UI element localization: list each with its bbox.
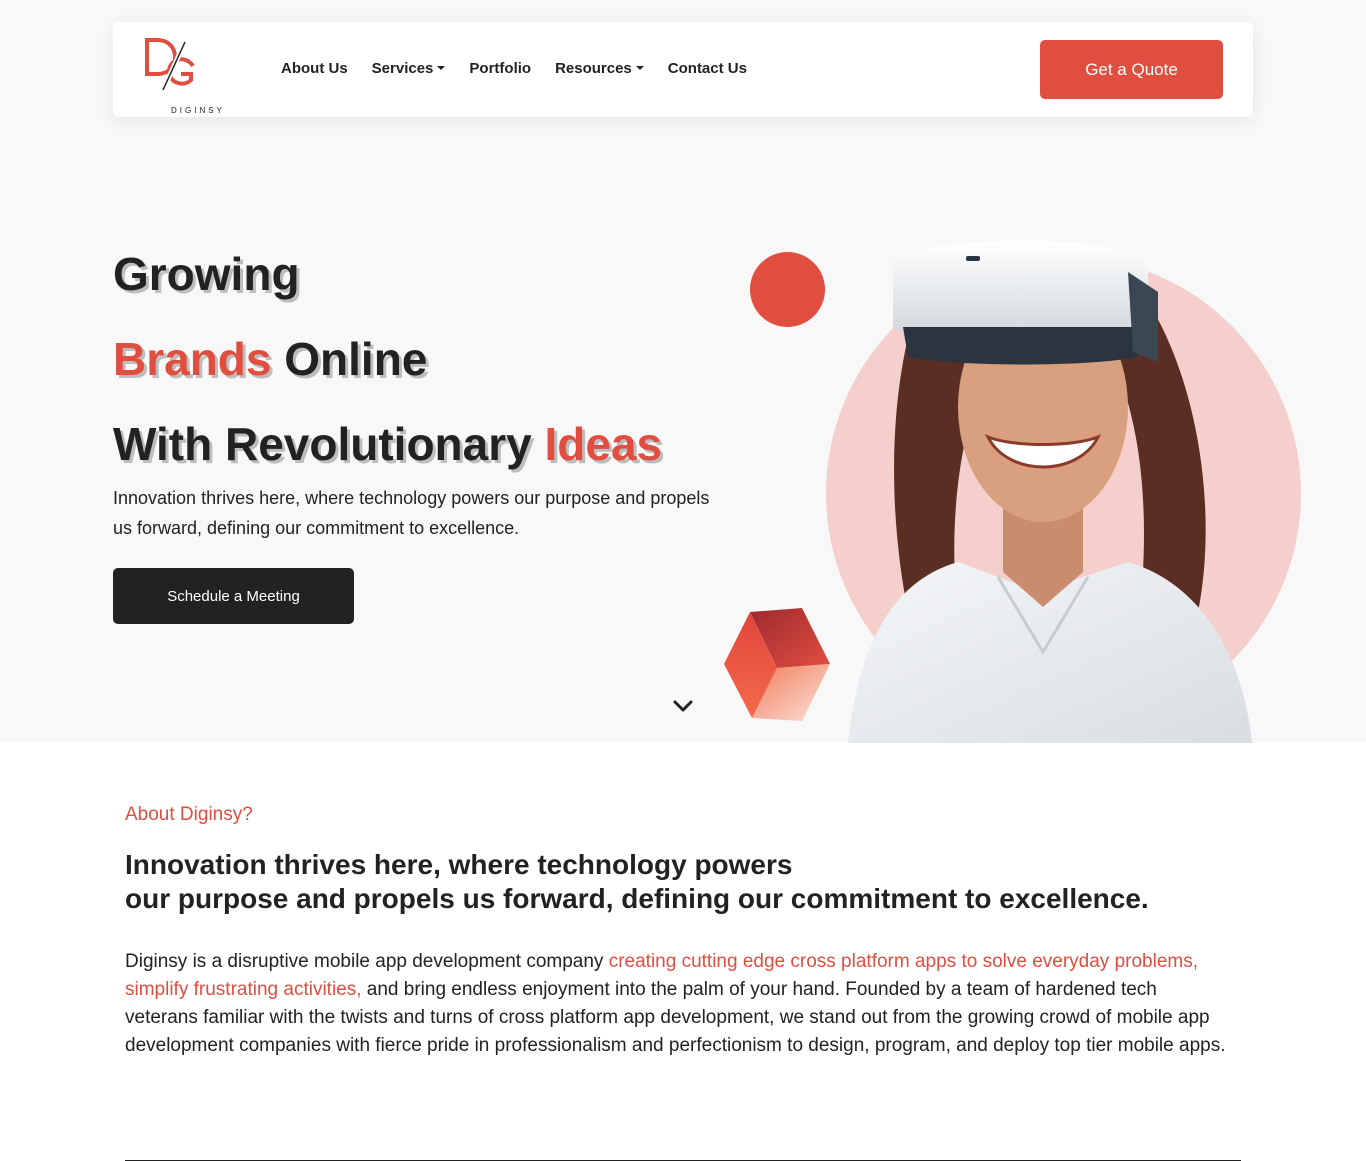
hero-heading-text-online: Online: [271, 333, 428, 385]
about-heading: Innovation thrives here, where technolog…: [125, 848, 1225, 916]
hero-heading-line-1: Growing: [113, 248, 300, 300]
brand-logo[interactable]: DIGINSY: [141, 36, 222, 115]
nav-item-services[interactable]: Services: [372, 60, 446, 77]
nav-item-about-us[interactable]: About Us: [281, 60, 348, 77]
chevron-down-icon[interactable]: [672, 697, 694, 715]
nav-item-label: About Us: [281, 60, 348, 77]
hero-heading: Growing Brands Online With Revolutionary…: [113, 232, 662, 487]
hero-accent-dot: [750, 252, 825, 327]
nav-item-label: Portfolio: [469, 60, 532, 77]
nav-item-label: Services: [371, 60, 434, 77]
nav-item-label: Contact Us: [667, 60, 747, 77]
brand-logo-mark: [145, 38, 195, 92]
hero-subtitle: Innovation thrives here, where technolog…: [113, 488, 710, 538]
hero-heading-line-2: Brands Online: [113, 317, 662, 402]
hero-3d-cube-graphic: [724, 608, 830, 721]
navbar: DIGINSY About Us Services Portfolio Reso…: [113, 22, 1253, 117]
about-heading-line-2: our purpose and propels us forward, defi…: [125, 883, 1149, 914]
hero-heading-text-revolutionary: With Revolutionary: [113, 418, 545, 470]
nav-item-portfolio[interactable]: Portfolio: [469, 60, 531, 77]
brand-logo-wordmark: DIGINSY: [171, 106, 225, 115]
hero-heading-line-3: With Revolutionary Ideas: [113, 402, 662, 487]
hero-heading-accent-brands: Brands: [113, 333, 272, 385]
about-heading-line-1: Innovation thrives here, where technolog…: [125, 849, 793, 880]
nav-item-label: Resources: [555, 60, 632, 77]
about-eyebrow: About Diginsy?: [125, 804, 253, 825]
main-nav: About Us Services Portfolio Resources Co…: [281, 60, 771, 77]
nav-item-resources[interactable]: Resources: [555, 60, 644, 77]
hero-woman-vr-headset-image: [848, 240, 1252, 743]
nav-item-contact-us[interactable]: Contact Us: [668, 60, 747, 77]
about-section: About Diginsy? Innovation thrives here, …: [0, 743, 1366, 1161]
schedule-meeting-button[interactable]: Schedule a Meeting: [113, 568, 354, 624]
caret-down-icon: [635, 65, 644, 70]
hero-section: DIGINSY About Us Services Portfolio Reso…: [0, 0, 1366, 743]
hero-heading-accent-ideas: Ideas: [544, 418, 663, 470]
about-body-text: Diginsy is a disruptive mobile app devel…: [125, 948, 1235, 1060]
caret-down-icon: [437, 65, 446, 70]
get-a-quote-button[interactable]: Get a Quote: [1040, 40, 1223, 99]
about-body-start: Diginsy is a disruptive mobile app devel…: [125, 951, 609, 972]
